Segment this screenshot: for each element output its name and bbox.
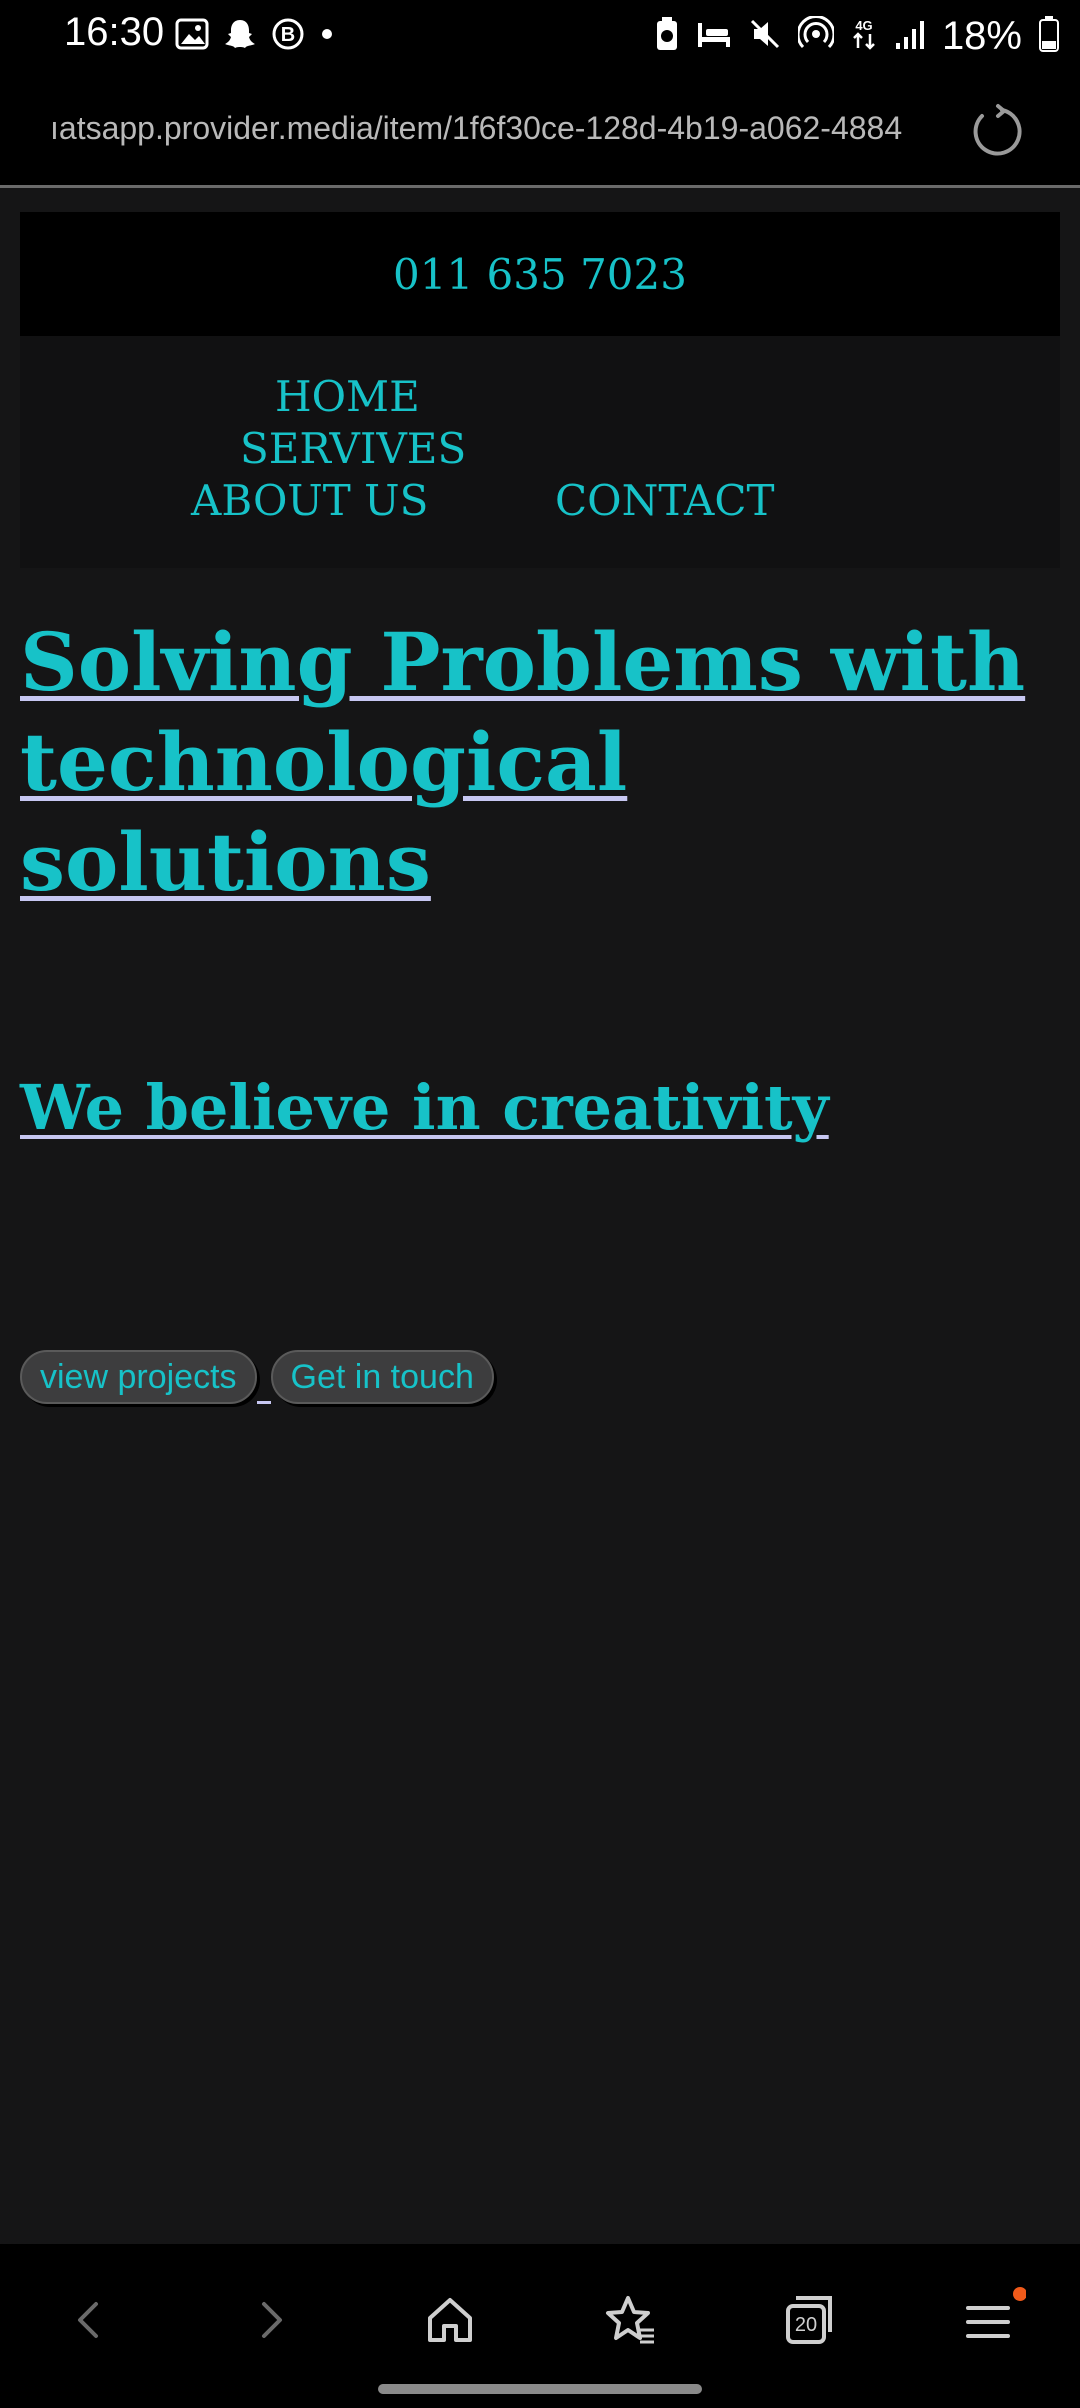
tab-count: 20 xyxy=(795,2314,817,2336)
url-bar: ıatsapp.provider.media/item/1f6f30ce-128… xyxy=(0,72,1080,188)
hero-subheadline[interactable]: We believe in creativity xyxy=(20,1068,1060,1148)
view-projects-button[interactable]: view projects xyxy=(20,1350,257,1404)
svg-text:4G: 4G xyxy=(855,18,872,33)
phone-number[interactable]: 011 635 7023 xyxy=(393,250,687,299)
gesture-pill[interactable] xyxy=(378,2384,702,2394)
status-right: 4G 18% xyxy=(654,14,1060,58)
bookmarks-icon[interactable] xyxy=(594,2284,666,2356)
reload-icon[interactable] xyxy=(968,102,1024,158)
battery-saver-icon xyxy=(654,16,680,56)
sleep-icon xyxy=(696,19,732,53)
link-underline-gap xyxy=(256,1354,271,1404)
get-in-touch-button[interactable]: Get in touch xyxy=(270,1350,494,1404)
mute-icon xyxy=(748,17,782,55)
back-icon[interactable] xyxy=(52,2284,124,2356)
status-left-icons: B xyxy=(175,18,335,54)
menu-icon[interactable] xyxy=(954,2284,1027,2356)
hero-headline[interactable]: Solving Problems with technological solu… xyxy=(20,612,1060,912)
nav-link-services[interactable]: SERVIVES xyxy=(240,424,466,473)
dot-icon xyxy=(319,26,335,46)
gallery-icon xyxy=(175,18,209,54)
status-bar: 16:30 B 4G 18% xyxy=(0,0,1080,72)
nav-link-contact[interactable]: CONTACT xyxy=(555,476,775,525)
snapchat-icon xyxy=(223,17,257,55)
b-badge-icon: B xyxy=(271,17,305,55)
hotspot-icon xyxy=(796,15,836,56)
url-field[interactable]: ıatsapp.provider.media/item/1f6f30ce-128… xyxy=(50,110,930,147)
forward-icon[interactable] xyxy=(236,2284,308,2356)
status-time: 16:30 xyxy=(64,10,165,54)
nav-link-home[interactable]: HOME xyxy=(275,372,420,421)
battery-percent: 18% xyxy=(941,13,1022,58)
svg-text:B: B xyxy=(281,24,295,46)
4g-icon: 4G xyxy=(850,16,878,56)
cta-row: view projects Get in touch xyxy=(20,1350,494,1404)
home-icon[interactable] xyxy=(414,2284,486,2356)
tabs-icon[interactable]: 20 xyxy=(774,2284,846,2356)
notification-dot xyxy=(1013,2287,1027,2301)
site-nav: HOME SERVIVES ABOUT US CONTACT xyxy=(20,336,1060,568)
battery-icon xyxy=(1038,15,1060,57)
signal-icon xyxy=(894,17,926,55)
nav-link-about[interactable]: ABOUT US xyxy=(191,476,428,525)
phone-banner: 011 635 7023 xyxy=(20,212,1060,336)
